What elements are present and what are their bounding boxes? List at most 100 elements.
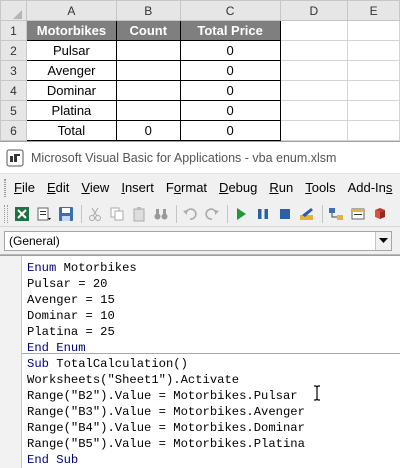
code-line[interactable]: Pulsar = 20 bbox=[27, 276, 305, 292]
pause-icon bbox=[258, 208, 268, 219]
row-header-1[interactable]: 1 bbox=[0, 20, 27, 41]
menu-insert[interactable]: Insert bbox=[121, 180, 154, 195]
column-header-e[interactable]: E bbox=[347, 0, 400, 21]
window-title: Microsoft Visual Basic for Applications … bbox=[31, 150, 337, 165]
cell-a5[interactable]: Platina bbox=[25, 100, 117, 121]
project-explorer-button[interactable] bbox=[326, 204, 346, 224]
break-button[interactable] bbox=[253, 204, 273, 224]
row-header-6[interactable]: 6 bbox=[0, 120, 27, 141]
cell-c6[interactable]: 0 bbox=[179, 120, 281, 141]
window-titlebar[interactable]: Microsoft Visual Basic for Applications … bbox=[0, 142, 400, 174]
select-all-corner[interactable] bbox=[0, 0, 27, 21]
design-mode-button[interactable] bbox=[297, 204, 317, 224]
cell-e6[interactable] bbox=[347, 120, 400, 141]
find-button[interactable] bbox=[151, 204, 171, 224]
cell-a2[interactable]: Pulsar bbox=[25, 40, 117, 61]
code-line[interactable]: Range("B2").Value = Motorbikes.Pulsar bbox=[27, 388, 305, 404]
cell-e5[interactable] bbox=[347, 100, 400, 121]
object-browser-button[interactable] bbox=[370, 204, 390, 224]
cell-b5[interactable] bbox=[115, 100, 181, 121]
menubar-grip[interactable] bbox=[4, 178, 6, 197]
menu-add-ins[interactable]: Add-Ins bbox=[348, 180, 393, 195]
cell-c5[interactable]: 0 bbox=[179, 100, 281, 121]
menu-tools[interactable]: Tools bbox=[305, 180, 335, 195]
cell-c3[interactable]: 0 bbox=[179, 60, 281, 81]
stop-icon bbox=[280, 208, 290, 219]
redo-button[interactable] bbox=[202, 204, 222, 224]
paste-button[interactable] bbox=[129, 204, 149, 224]
column-header-b[interactable]: B bbox=[115, 0, 181, 21]
column-header-d[interactable]: D bbox=[279, 0, 349, 21]
cell-d2[interactable] bbox=[279, 40, 349, 61]
cell-b1[interactable]: Count bbox=[115, 20, 181, 41]
code-editor[interactable]: Enum Motorbikes Pulsar = 20 Avenger = 15 Do… bbox=[27, 260, 305, 468]
menu-view[interactable]: View bbox=[81, 180, 109, 195]
cell-d5[interactable] bbox=[279, 100, 349, 121]
menu-file[interactable]: File bbox=[14, 180, 35, 195]
code-line[interactable]: End Sub bbox=[27, 452, 305, 468]
code-line[interactable]: Dominar = 10 bbox=[27, 308, 305, 324]
code-text: Range("B3").Value = Motorbikes.Avenger bbox=[27, 405, 305, 419]
cell-d1[interactable] bbox=[279, 20, 349, 41]
menu-debug[interactable]: Debug bbox=[219, 180, 257, 195]
cell-d4[interactable] bbox=[279, 80, 349, 101]
cell-b6[interactable]: 0 bbox=[115, 120, 181, 141]
cell-d3[interactable] bbox=[279, 60, 349, 81]
margin-indicator-bar[interactable] bbox=[0, 256, 22, 468]
cell-e1[interactable] bbox=[347, 20, 400, 41]
toolbar-grip[interactable] bbox=[4, 204, 8, 223]
row-header-5[interactable]: 5 bbox=[0, 100, 27, 121]
chevron-down-icon bbox=[379, 238, 388, 243]
view-excel-button[interactable] bbox=[12, 204, 32, 224]
cell-b4[interactable] bbox=[115, 80, 181, 101]
code-line[interactable]: End Enum bbox=[27, 340, 305, 356]
cell-a4[interactable]: Dominar bbox=[25, 80, 117, 101]
cell-e3[interactable] bbox=[347, 60, 400, 81]
code-text: Platina = 25 bbox=[27, 325, 115, 339]
code-line[interactable]: Avenger = 15 bbox=[27, 292, 305, 308]
row-header-3[interactable]: 3 bbox=[0, 60, 27, 81]
code-line[interactable]: Worksheets("Sheet1").Activate bbox=[27, 372, 305, 388]
combo-dropdown-button[interactable] bbox=[375, 232, 391, 250]
code-keyword: End Enum bbox=[27, 341, 86, 355]
redo-icon bbox=[205, 207, 219, 220]
reset-button[interactable] bbox=[275, 204, 295, 224]
menu-run[interactable]: Run bbox=[269, 180, 293, 195]
cell-c1[interactable]: Total Price bbox=[179, 20, 281, 41]
copy-button[interactable] bbox=[107, 204, 127, 224]
cell-b3[interactable] bbox=[115, 60, 181, 81]
properties-window-button[interactable] bbox=[348, 204, 368, 224]
code-window[interactable]: Enum Motorbikes Pulsar = 20 Avenger = 15 Do… bbox=[0, 255, 400, 468]
code-line[interactable]: Sub TotalCalculation() bbox=[27, 356, 305, 372]
run-button[interactable] bbox=[231, 204, 251, 224]
object-combo-value: (General) bbox=[9, 234, 60, 248]
row-header-2[interactable]: 2 bbox=[0, 40, 27, 61]
column-header-a[interactable]: A bbox=[25, 0, 117, 21]
save-button[interactable] bbox=[56, 204, 76, 224]
column-header-c[interactable]: C bbox=[179, 0, 281, 21]
cell-e2[interactable] bbox=[347, 40, 400, 61]
code-text: TotalCalculation() bbox=[48, 357, 188, 371]
code-line[interactable]: Range("B5").Value = Motorbikes.Platina bbox=[27, 436, 305, 452]
object-combo[interactable]: (General) bbox=[4, 231, 392, 251]
cell-d6[interactable] bbox=[279, 120, 349, 141]
cell-c2[interactable]: 0 bbox=[179, 40, 281, 61]
cell-c4[interactable]: 0 bbox=[179, 80, 281, 101]
code-line[interactable]: Range("B4").Value = Motorbikes.Dominar bbox=[27, 420, 305, 436]
cell-e4[interactable] bbox=[347, 80, 400, 101]
cell-a1[interactable]: Motorbikes bbox=[25, 20, 117, 41]
insert-module-button[interactable] bbox=[34, 204, 54, 224]
cell-b2[interactable] bbox=[115, 40, 181, 61]
menu-format[interactable]: Format bbox=[166, 180, 207, 195]
code-line[interactable]: Platina = 25 bbox=[27, 324, 305, 340]
row-header-4[interactable]: 4 bbox=[0, 80, 27, 101]
toolbar-separator bbox=[176, 204, 177, 223]
cell-a6[interactable]: Total bbox=[25, 120, 117, 141]
code-line[interactable]: Enum Motorbikes bbox=[27, 260, 305, 276]
cut-button[interactable] bbox=[85, 204, 105, 224]
menu-edit[interactable]: Edit bbox=[47, 180, 69, 195]
code-line[interactable]: Range("B3").Value = Motorbikes.Avenger bbox=[27, 404, 305, 420]
undo-button[interactable] bbox=[180, 204, 200, 224]
excel-icon bbox=[15, 206, 29, 221]
cell-a3[interactable]: Avenger bbox=[25, 60, 117, 81]
